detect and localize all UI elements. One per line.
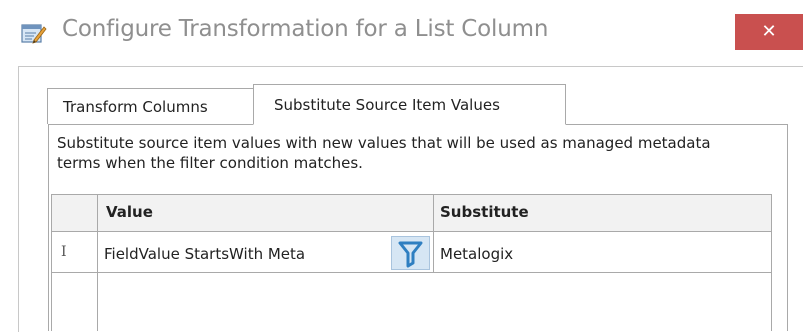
tab-transform-columns[interactable]: Transform Columns xyxy=(47,88,259,124)
title-bar: Configure Transformation for a List Colu… xyxy=(0,0,803,64)
column-header-substitute[interactable]: Substitute xyxy=(440,203,529,221)
filter-icon xyxy=(398,241,423,268)
tab-substitute-source-item-values[interactable]: Substitute Source Item Values xyxy=(253,84,566,125)
window-title: Configure Transformation for a List Colu… xyxy=(62,16,549,42)
substitute-cell[interactable]: Metalogix xyxy=(440,245,513,263)
edit-form-icon xyxy=(21,22,47,44)
filter-button[interactable] xyxy=(391,236,430,270)
value-cell[interactable]: FieldValue StartsWith Meta xyxy=(104,245,305,263)
column-divider xyxy=(433,195,434,273)
column-header-value[interactable]: Value xyxy=(106,203,153,221)
grid-header-row xyxy=(52,195,771,232)
panel-description: Substitute source item values with new v… xyxy=(57,134,711,172)
row-edit-marker: I xyxy=(61,244,67,260)
row-divider xyxy=(52,272,771,273)
column-divider xyxy=(97,195,98,331)
close-button[interactable]: ✕ xyxy=(735,14,803,50)
